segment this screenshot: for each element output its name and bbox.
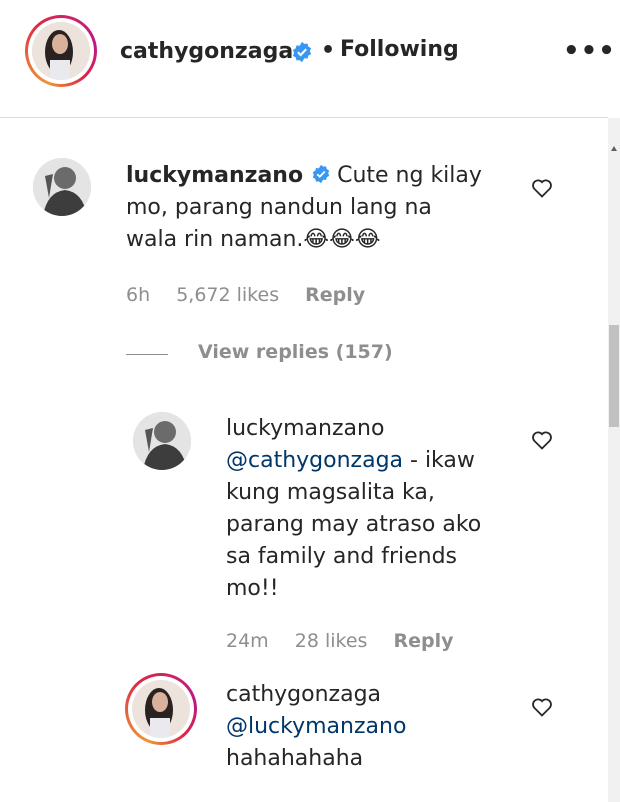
reply-text-line: kung magsalita ka, [226, 480, 435, 505]
reply-button[interactable]: Reply [393, 630, 453, 652]
scroll-up-icon[interactable] [611, 146, 617, 151]
reply-likes[interactable]: 28 likes [295, 630, 368, 652]
reply-meta: 24m 28 likes Reply [226, 630, 474, 652]
reply-text-line: parang may atraso ako [226, 512, 482, 537]
reply-avatar[interactable] [125, 673, 197, 745]
comment-avatar[interactable] [33, 158, 91, 216]
comment-username[interactable]: luckymanzano [126, 163, 303, 188]
scrollbar-thumb[interactable] [609, 325, 619, 427]
view-replies-button[interactable]: View replies (157) [198, 341, 393, 363]
reply-text-line: hahahahaha [226, 746, 364, 771]
comment-likes[interactable]: 5,672 likes [176, 284, 279, 306]
mention-link[interactable]: @luckymanzano [226, 711, 516, 743]
comment-text-line: mo, parang nandun lang na [126, 195, 432, 220]
header-divider [0, 117, 608, 118]
reply-avatar[interactable] [133, 412, 191, 470]
comment-line: luckymanzano Cute ng kilay [126, 160, 486, 192]
header-avatar[interactable] [25, 15, 97, 87]
more-options-icon[interactable]: ••• [563, 36, 616, 66]
reply-text-line: - ikaw [403, 448, 475, 473]
reply-username[interactable]: cathygonzaga [226, 679, 516, 711]
header-username[interactable]: cathygonzaga [120, 39, 293, 64]
reply-button[interactable]: Reply [305, 284, 365, 306]
reply-avatar-photo [132, 680, 190, 738]
header-separator: • [321, 38, 336, 63]
reply-body: luckymanzano @cathygonzaga - ikaw kung m… [226, 413, 516, 605]
reply-time: 24m [226, 630, 269, 652]
reply-text-line: sa family and friends [226, 544, 458, 569]
reply-line: @cathygonzaga - ikaw [226, 445, 516, 477]
reply-username[interactable]: luckymanzano [226, 413, 516, 445]
like-heart-icon[interactable] [530, 428, 554, 452]
like-heart-icon[interactable] [530, 176, 554, 200]
following-button[interactable]: Following [340, 37, 459, 62]
comment-meta: 6h 5,672 likes Reply [126, 284, 385, 306]
like-heart-icon[interactable] [530, 695, 554, 719]
comment-body: luckymanzano Cute ng kilay mo, parang nan… [126, 160, 486, 256]
verified-badge-icon [312, 164, 330, 184]
verified-badge-icon [292, 41, 312, 63]
comments-scrollbar[interactable] [608, 118, 620, 802]
comment-text-line: Cute ng kilay [337, 163, 482, 188]
header-avatar-photo [32, 22, 90, 80]
reply-body: cathygonzaga @luckymanzano hahahahaha [226, 679, 516, 775]
mention-link[interactable]: @cathygonzaga [226, 448, 403, 473]
comment-time: 6h [126, 284, 151, 306]
comment-text-line: wala rin naman.😂😂😂 [126, 227, 381, 252]
view-replies-divider [126, 354, 168, 355]
reply-text-line: mo!! [226, 576, 279, 601]
post-header: cathygonzaga • Following ••• [0, 0, 620, 106]
